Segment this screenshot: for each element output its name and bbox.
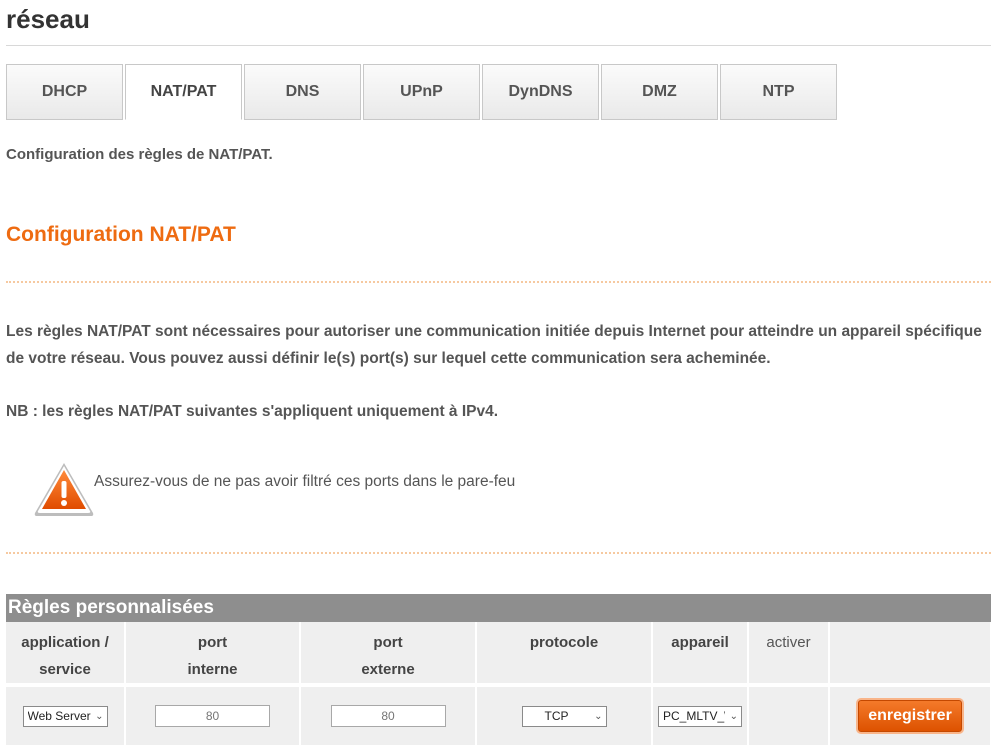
device-select-value: PC_MLTV_\	[663, 709, 725, 723]
chevron-down-icon: ⌄	[95, 710, 104, 722]
cell-device: PC_MLTV_\ ⌄	[652, 683, 749, 745]
col-action	[829, 622, 992, 685]
col-application: application / service	[6, 622, 126, 685]
section-title: Configuration NAT/PAT	[6, 223, 236, 246]
col-application-line1: application /	[21, 634, 109, 651]
title-divider	[6, 45, 991, 46]
device-select[interactable]: PC_MLTV_\ ⌄	[658, 705, 742, 727]
col-external-port-line1: port	[373, 634, 403, 651]
col-device: appareil	[652, 622, 749, 685]
tab-dhcp[interactable]: DHCP	[6, 64, 123, 120]
cell-activate	[748, 683, 830, 745]
description-text: Les règles NAT/PAT sont nécessaires pour…	[6, 323, 982, 367]
tab-upnp[interactable]: UPnP	[363, 64, 480, 120]
dotted-divider-top	[6, 281, 991, 283]
external-port-input[interactable]	[330, 705, 446, 727]
col-internal-port-line1: port	[197, 634, 228, 651]
cell-internal-port	[125, 683, 301, 745]
cell-external-port	[300, 683, 477, 745]
tab-ntp[interactable]: NTP	[720, 64, 837, 120]
page-title: réseau	[6, 4, 90, 34]
rules-table: application / service port interne port …	[6, 622, 992, 745]
col-internal-port-line2: interne	[187, 661, 238, 678]
tab-dmz[interactable]: DMZ	[601, 64, 718, 120]
save-button[interactable]: enregistrer	[858, 700, 962, 732]
cell-protocol: TCP ⌄	[476, 683, 653, 745]
tab-dns[interactable]: DNS	[244, 64, 361, 120]
col-external-port: port externe	[300, 622, 477, 685]
col-internal-port: port interne	[125, 622, 301, 685]
warning-icon	[34, 463, 94, 516]
protocol-select[interactable]: TCP ⌄	[521, 705, 607, 727]
internal-port-input[interactable]	[155, 705, 270, 727]
tab-bar: DHCP NAT/PAT DNS UPnP DynDNS DMZ NTP	[6, 64, 839, 120]
col-external-port-line2: externe	[361, 661, 415, 678]
chevron-down-icon: ⌄	[594, 710, 603, 722]
application-select-value: Web Server	[27, 709, 91, 723]
table-row: Web Server ⌄ TCP ⌄ PC_MLTV_\ ⌄ enregistr…	[6, 683, 992, 745]
warning-text: Assurez-vous de ne pas avoir filtré ces …	[94, 473, 516, 490]
col-application-line2: service	[39, 661, 91, 678]
cell-action: enregistrer	[829, 683, 992, 745]
rules-table-title: Règles personnalisées	[6, 594, 991, 622]
table-header-row: application / service port interne port …	[6, 622, 992, 685]
tab-dyndns[interactable]: DynDNS	[482, 64, 599, 120]
nb-note: NB : les règles NAT/PAT suivantes s'appl…	[6, 403, 499, 420]
dotted-divider-bottom	[6, 552, 991, 554]
cell-application: Web Server ⌄	[6, 683, 126, 745]
protocol-select-value: TCP	[544, 709, 569, 723]
page-subtitle: Configuration des règles de NAT/PAT.	[6, 146, 273, 163]
col-activate: activer	[748, 622, 830, 685]
chevron-down-icon: ⌄	[729, 710, 738, 722]
col-protocol: protocole	[476, 622, 653, 685]
tab-nat-pat[interactable]: NAT/PAT	[125, 64, 242, 120]
application-select[interactable]: Web Server ⌄	[22, 705, 108, 727]
